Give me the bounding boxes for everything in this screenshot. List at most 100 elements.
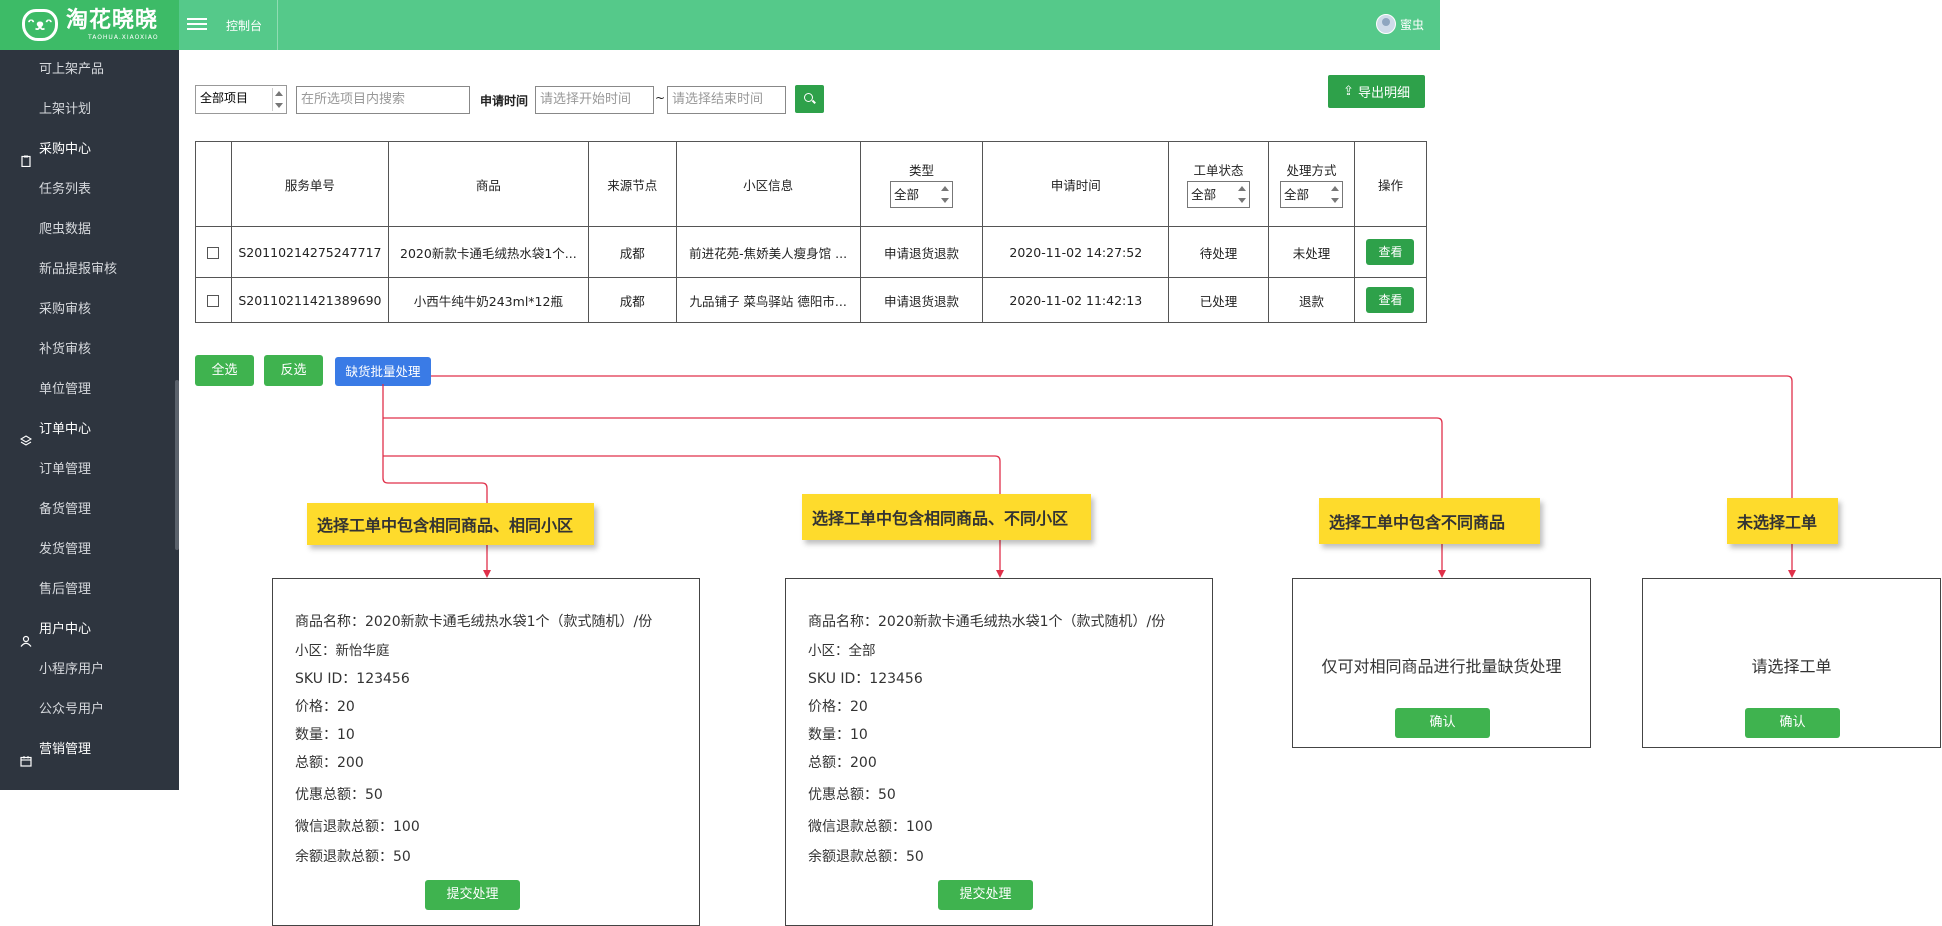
header-method: 处理方式 全部: [1268, 141, 1355, 227]
avatar: [1375, 14, 1396, 34]
method-filter-select[interactable]: 全部: [1279, 181, 1343, 208]
sidebar-item-label: 备货管理: [39, 502, 92, 517]
sidebar-item-8[interactable]: 单位管理: [0, 370, 179, 410]
sidebar-item-10[interactable]: 订单管理: [0, 450, 179, 490]
sidebar-item-0[interactable]: 可上架产品: [0, 50, 179, 90]
logo-subtitle: TAOHUA.XIAOXIAO: [88, 33, 159, 41]
sidebar-item-label: 售后管理: [39, 582, 92, 597]
logo-mark-icon: ᵔᴥᵔ: [22, 9, 58, 41]
hamburger-menu-icon[interactable]: [187, 15, 207, 33]
search-button[interactable]: [795, 85, 824, 113]
end-date-input[interactable]: 请选择结束时间: [667, 86, 786, 114]
confirm-button[interactable]: 确认: [1395, 708, 1490, 738]
sidebar-item-13[interactable]: 售后管理: [0, 570, 179, 610]
community-line: 小区：全部: [808, 643, 876, 659]
header-product: 商品: [387, 141, 589, 227]
type-filter-select[interactable]: 全部: [890, 181, 954, 208]
type-cell: 申请退货退款: [859, 226, 984, 278]
balance-refund-line: 余额退款总额：50: [295, 849, 411, 865]
sidebar-item-12[interactable]: 发货管理: [0, 530, 179, 570]
sidebar-group-9[interactable]: 订单中心: [0, 410, 179, 450]
sidebar-item-label: 用户中心: [39, 622, 92, 637]
status-cell: 已处理: [1168, 277, 1270, 323]
total-line: 总额：200: [808, 755, 877, 771]
upload-icon: ⇪: [1343, 84, 1354, 99]
sidebar-item-1[interactable]: 上架计划: [0, 90, 179, 130]
confirm-button[interactable]: 确认: [1745, 708, 1840, 738]
status-filter-select[interactable]: 全部: [1187, 181, 1251, 208]
view-button[interactable]: 查看: [1366, 287, 1415, 313]
sidebar-item-15[interactable]: 小程序用户: [0, 650, 179, 690]
brand-logo[interactable]: ᵔᴥᵔ 淘花晓晓 TAOHUA.XIAOXIAO: [0, 0, 179, 50]
sidebar-item-3[interactable]: 任务列表: [0, 170, 179, 210]
sidebar-item-label: 订单管理: [39, 462, 92, 477]
user-menu[interactable]: 蜜虫: [1375, 14, 1424, 34]
sidebar-item-4[interactable]: 爬虫数据: [0, 210, 179, 250]
action-cell: 查看: [1353, 277, 1428, 323]
method-cell: 未处理: [1268, 226, 1355, 278]
sidebar-scrollbar[interactable]: [175, 380, 179, 550]
sidebar-item-5[interactable]: 新品提报审核: [0, 250, 179, 290]
submit-button[interactable]: 提交处理: [425, 880, 520, 910]
discount-line: 优惠总额：50: [295, 787, 383, 803]
sidebar-menu: 可上架产品 上架计划 采购中心 任务列表 爬虫数据 新品提报审核 采购审核 补货审核 单位管理订…: [0, 50, 179, 770]
sidebar-item-label: 新品提报审核: [39, 262, 118, 277]
sidebar-item-16[interactable]: 公众号用户: [0, 690, 179, 730]
warning-message: 请选择工单: [1751, 657, 1832, 676]
export-button[interactable]: ⇪ 导出明细: [1328, 75, 1425, 108]
invert-selection-button[interactable]: 反选: [264, 355, 323, 386]
submit-button[interactable]: 提交处理: [938, 880, 1033, 910]
quantity-line: 数量：10: [295, 727, 355, 743]
total-line: 总额：200: [295, 755, 364, 771]
layers-icon: [19, 424, 33, 446]
table-row: S20110214275247717 2020新款卡通毛绒热水袋1个... 成都…: [195, 226, 1428, 278]
product-cell: 2020新款卡通毛绒热水袋1个...: [387, 226, 589, 278]
sidebar-item-7[interactable]: 补货审核: [0, 330, 179, 370]
row-checkbox[interactable]: [207, 247, 220, 259]
method-filter-value: 全部: [1283, 187, 1309, 202]
header-method-label: 处理方式: [1286, 163, 1337, 178]
sidebar-group-17[interactable]: 营销管理: [0, 730, 179, 770]
sidebar-item-label: 营销管理: [39, 742, 92, 757]
table-header-row: 服务单号 商品 来源节点 小区信息 类型 全部 申请时间 工单状态 全部 处理方…: [195, 141, 1428, 227]
page-root: ᵔᴥᵔ 淘花晓晓 TAOHUA.XIAOXIAO 控制台 蜜虫 可上架产品 上架计…: [0, 0, 1942, 926]
sidebar-item-label: 公众号用户: [39, 702, 105, 717]
row-checkbox-cell: [195, 226, 232, 278]
row-checkbox[interactable]: [207, 295, 220, 307]
date-label: 申请时间: [480, 94, 529, 108]
sidebar-group-14[interactable]: 用户中心: [0, 610, 179, 650]
project-select[interactable]: 全部项目: [195, 85, 287, 114]
status-cell: 待处理: [1168, 226, 1270, 278]
service-no-cell: S20110214275247717: [230, 226, 389, 278]
sidebar-item-label: 发货管理: [39, 542, 92, 557]
sidebar-item-label: 采购中心: [39, 142, 92, 157]
search-input[interactable]: 在所选项目内搜索: [296, 86, 470, 114]
note-different-products: 选择工单中包含不同商品: [1319, 498, 1540, 544]
sidebar-item-11[interactable]: 备货管理: [0, 490, 179, 530]
header-action: 操作: [1353, 141, 1428, 227]
breadcrumb[interactable]: 控制台: [226, 17, 262, 34]
quantity-line: 数量：10: [808, 727, 868, 743]
table-row: S20110211421389690 小西牛纯牛奶243ml*12瓶 成都 九品…: [195, 277, 1428, 323]
header-type: 类型 全部: [859, 141, 984, 227]
select-all-button[interactable]: 全选: [195, 355, 254, 386]
sidebar-item-label: 任务列表: [39, 182, 92, 197]
sidebar-item-label: 采购审核: [39, 302, 92, 317]
type-filter-value: 全部: [894, 187, 920, 202]
wechat-refund-line: 微信退款总额：100: [808, 819, 933, 835]
sidebar-item-6[interactable]: 采购审核: [0, 290, 179, 330]
arrowhead-icon: [1438, 570, 1446, 578]
select-arrows-icon: [939, 184, 951, 205]
product-cell: 小西牛纯牛奶243ml*12瓶: [387, 277, 589, 323]
sidebar-item-label: 爬虫数据: [39, 222, 92, 237]
sidebar-group-2[interactable]: 采购中心: [0, 130, 179, 170]
sidebar: 可上架产品 上架计划 采购中心 任务列表 爬虫数据 新品提报审核 采购审核 补货审核 单位管理订…: [0, 50, 179, 790]
source-cell: 成都: [587, 277, 677, 323]
view-button[interactable]: 查看: [1366, 239, 1415, 265]
price-line: 价格：20: [295, 699, 355, 715]
balance-refund-line: 余额退款总额：50: [808, 849, 924, 865]
batch-shortage-button[interactable]: 缺货批量处理: [335, 357, 431, 386]
dialog-different-products: 仅可对相同商品进行批量缺货处理 确认: [1292, 578, 1591, 748]
start-date-input[interactable]: 请选择开始时间: [535, 86, 654, 114]
project-select-value: 全部项目: [200, 91, 249, 105]
